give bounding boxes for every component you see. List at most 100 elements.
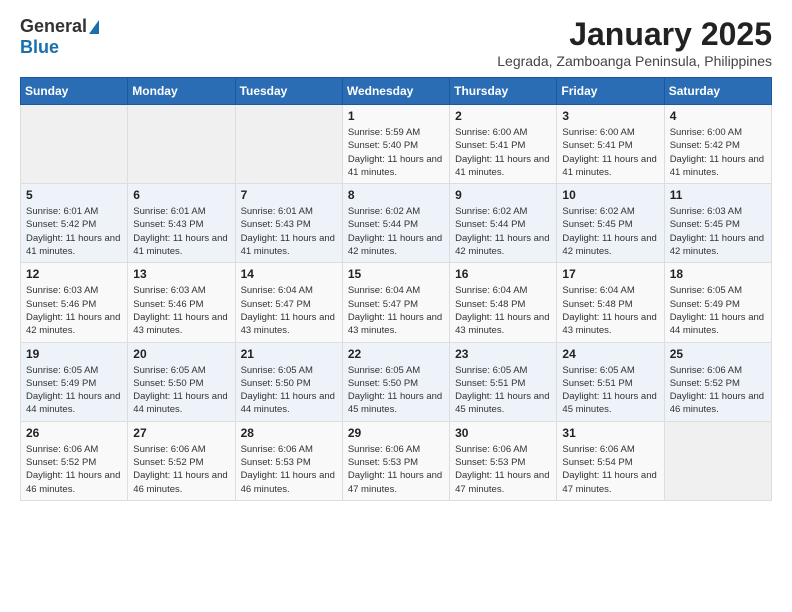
day-info: Sunrise: 6:00 AM Sunset: 5:42 PM Dayligh… <box>670 126 766 179</box>
day-info: Sunrise: 6:00 AM Sunset: 5:41 PM Dayligh… <box>562 126 658 179</box>
day-info: Sunrise: 6:03 AM Sunset: 5:46 PM Dayligh… <box>133 284 229 337</box>
calendar-cell: 11 Sunrise: 6:03 AM Sunset: 5:45 PM Dayli… <box>664 184 771 263</box>
day-info: Sunrise: 6:01 AM Sunset: 5:43 PM Dayligh… <box>133 205 229 258</box>
day-number: 30 <box>455 426 551 440</box>
calendar-week-3: 12 Sunrise: 6:03 AM Sunset: 5:46 PM Dayli… <box>21 263 772 342</box>
calendar-cell: 22 Sunrise: 6:05 AM Sunset: 5:50 PM Dayli… <box>342 342 449 421</box>
day-info: Sunrise: 6:06 AM Sunset: 5:53 PM Dayligh… <box>241 443 337 496</box>
day-info: Sunrise: 6:04 AM Sunset: 5:48 PM Dayligh… <box>562 284 658 337</box>
calendar-cell: 13 Sunrise: 6:03 AM Sunset: 5:46 PM Dayli… <box>128 263 235 342</box>
day-number: 20 <box>133 347 229 361</box>
day-info: Sunrise: 6:06 AM Sunset: 5:53 PM Dayligh… <box>348 443 444 496</box>
month-year-title: January 2025 <box>497 16 772 53</box>
day-number: 10 <box>562 188 658 202</box>
calendar-cell: 17 Sunrise: 6:04 AM Sunset: 5:48 PM Dayli… <box>557 263 664 342</box>
day-info: Sunrise: 6:06 AM Sunset: 5:53 PM Dayligh… <box>455 443 551 496</box>
day-info: Sunrise: 6:06 AM Sunset: 5:52 PM Dayligh… <box>133 443 229 496</box>
calendar-week-4: 19 Sunrise: 6:05 AM Sunset: 5:49 PM Dayli… <box>21 342 772 421</box>
day-info: Sunrise: 6:02 AM Sunset: 5:44 PM Dayligh… <box>455 205 551 258</box>
day-number: 8 <box>348 188 444 202</box>
day-number: 26 <box>26 426 122 440</box>
day-number: 17 <box>562 267 658 281</box>
calendar-cell: 29 Sunrise: 6:06 AM Sunset: 5:53 PM Dayli… <box>342 421 449 500</box>
day-number: 4 <box>670 109 766 123</box>
logo-blue: Blue <box>20 37 59 58</box>
day-info: Sunrise: 6:03 AM Sunset: 5:45 PM Dayligh… <box>670 205 766 258</box>
day-number: 31 <box>562 426 658 440</box>
day-number: 19 <box>26 347 122 361</box>
location-subtitle: Legrada, Zamboanga Peninsula, Philippine… <box>497 53 772 69</box>
logo-icon <box>89 20 99 34</box>
weekday-header-tuesday: Tuesday <box>235 78 342 105</box>
day-info: Sunrise: 6:02 AM Sunset: 5:44 PM Dayligh… <box>348 205 444 258</box>
day-number: 6 <box>133 188 229 202</box>
day-number: 15 <box>348 267 444 281</box>
title-section: January 2025 Legrada, Zamboanga Peninsul… <box>497 16 772 69</box>
calendar-cell: 28Sunrise: 6:06 AM Sunset: 5:53 PM Dayli… <box>235 421 342 500</box>
calendar-cell: 9Sunrise: 6:02 AM Sunset: 5:44 PM Daylig… <box>450 184 557 263</box>
day-number: 24 <box>562 347 658 361</box>
day-number: 23 <box>455 347 551 361</box>
weekday-header-sunday: Sunday <box>21 78 128 105</box>
calendar-week-1: 1Sunrise: 5:59 AM Sunset: 5:40 PM Daylig… <box>21 105 772 184</box>
calendar-cell: 5Sunrise: 6:01 AM Sunset: 5:42 PM Daylig… <box>21 184 128 263</box>
weekday-header-wednesday: Wednesday <box>342 78 449 105</box>
day-info: Sunrise: 6:05 AM Sunset: 5:51 PM Dayligh… <box>455 364 551 417</box>
day-number: 25 <box>670 347 766 361</box>
weekday-header-thursday: Thursday <box>450 78 557 105</box>
day-info: Sunrise: 6:05 AM Sunset: 5:50 PM Dayligh… <box>348 364 444 417</box>
day-number: 14 <box>241 267 337 281</box>
day-number: 22 <box>348 347 444 361</box>
weekday-header-saturday: Saturday <box>664 78 771 105</box>
day-number: 3 <box>562 109 658 123</box>
calendar-cell: 21 Sunrise: 6:05 AM Sunset: 5:50 PM Dayli… <box>235 342 342 421</box>
calendar-body: 1Sunrise: 5:59 AM Sunset: 5:40 PM Daylig… <box>21 105 772 501</box>
calendar-cell: 4 Sunrise: 6:00 AM Sunset: 5:42 PM Daylig… <box>664 105 771 184</box>
calendar-table: SundayMondayTuesdayWednesdayThursdayFrid… <box>20 77 772 501</box>
calendar-cell: 12 Sunrise: 6:03 AM Sunset: 5:46 PM Dayli… <box>21 263 128 342</box>
calendar-cell: 26Sunrise: 6:06 AM Sunset: 5:52 PM Dayli… <box>21 421 128 500</box>
day-info: Sunrise: 6:04 AM Sunset: 5:47 PM Dayligh… <box>241 284 337 337</box>
calendar-cell: 8 Sunrise: 6:02 AM Sunset: 5:44 PM Daylig… <box>342 184 449 263</box>
calendar-cell <box>664 421 771 500</box>
day-info: Sunrise: 6:03 AM Sunset: 5:46 PM Dayligh… <box>26 284 122 337</box>
calendar-cell: 20 Sunrise: 6:05 AM Sunset: 5:50 PM Dayli… <box>128 342 235 421</box>
day-info: Sunrise: 6:05 AM Sunset: 5:50 PM Dayligh… <box>133 364 229 417</box>
weekday-header-friday: Friday <box>557 78 664 105</box>
calendar-cell: 18Sunrise: 6:05 AM Sunset: 5:49 PM Dayli… <box>664 263 771 342</box>
calendar-wrapper: SundayMondayTuesdayWednesdayThursdayFrid… <box>0 77 792 521</box>
calendar-week-2: 5Sunrise: 6:01 AM Sunset: 5:42 PM Daylig… <box>21 184 772 263</box>
calendar-cell: 2 Sunrise: 6:00 AM Sunset: 5:41 PM Daylig… <box>450 105 557 184</box>
day-info: Sunrise: 6:02 AM Sunset: 5:45 PM Dayligh… <box>562 205 658 258</box>
day-info: Sunrise: 5:59 AM Sunset: 5:40 PM Dayligh… <box>348 126 444 179</box>
calendar-cell: 14 Sunrise: 6:04 AM Sunset: 5:47 PM Dayli… <box>235 263 342 342</box>
calendar-cell: 6 Sunrise: 6:01 AM Sunset: 5:43 PM Daylig… <box>128 184 235 263</box>
day-number: 5 <box>26 188 122 202</box>
calendar-cell: 30 Sunrise: 6:06 AM Sunset: 5:53 PM Dayli… <box>450 421 557 500</box>
day-info: Sunrise: 6:04 AM Sunset: 5:47 PM Dayligh… <box>348 284 444 337</box>
day-info: Sunrise: 6:00 AM Sunset: 5:41 PM Dayligh… <box>455 126 551 179</box>
weekday-header-row: SundayMondayTuesdayWednesdayThursdayFrid… <box>21 78 772 105</box>
day-number: 12 <box>26 267 122 281</box>
calendar-cell <box>235 105 342 184</box>
calendar-cell: 10 Sunrise: 6:02 AM Sunset: 5:45 PM Dayli… <box>557 184 664 263</box>
day-info: Sunrise: 6:06 AM Sunset: 5:54 PM Dayligh… <box>562 443 658 496</box>
day-info: Sunrise: 6:05 AM Sunset: 5:49 PM Dayligh… <box>26 364 122 417</box>
calendar-cell: 27 Sunrise: 6:06 AM Sunset: 5:52 PM Dayli… <box>128 421 235 500</box>
day-info: Sunrise: 6:04 AM Sunset: 5:48 PM Dayligh… <box>455 284 551 337</box>
day-number: 18 <box>670 267 766 281</box>
calendar-week-5: 26 Sunrise: 6:06 AM Sunset: 5:52 PM Dayli… <box>21 421 772 500</box>
day-number: 2 <box>455 109 551 123</box>
day-number: 21 <box>241 347 337 361</box>
day-info: Sunrise: 6:05 AM Sunset: 5:50 PM Dayligh… <box>241 364 337 417</box>
calendar-cell: 31 Sunrise: 6:06 AM Sunset: 5:54 PM Dayli… <box>557 421 664 500</box>
day-number: 27 <box>133 426 229 440</box>
day-number: 13 <box>133 267 229 281</box>
calendar-cell: 24Sunrise: 6:05 AM Sunset: 5:51 PM Dayli… <box>557 342 664 421</box>
calendar-cell: 23 Sunrise: 6:05 AM Sunset: 5:51 PM Dayli… <box>450 342 557 421</box>
day-number: 7 <box>241 188 337 202</box>
day-number: 11 <box>670 188 766 202</box>
day-number: 16 <box>455 267 551 281</box>
day-number: 29 <box>348 426 444 440</box>
calendar-cell: 16 Sunrise: 6:04 AM Sunset: 5:48 PM Dayli… <box>450 263 557 342</box>
